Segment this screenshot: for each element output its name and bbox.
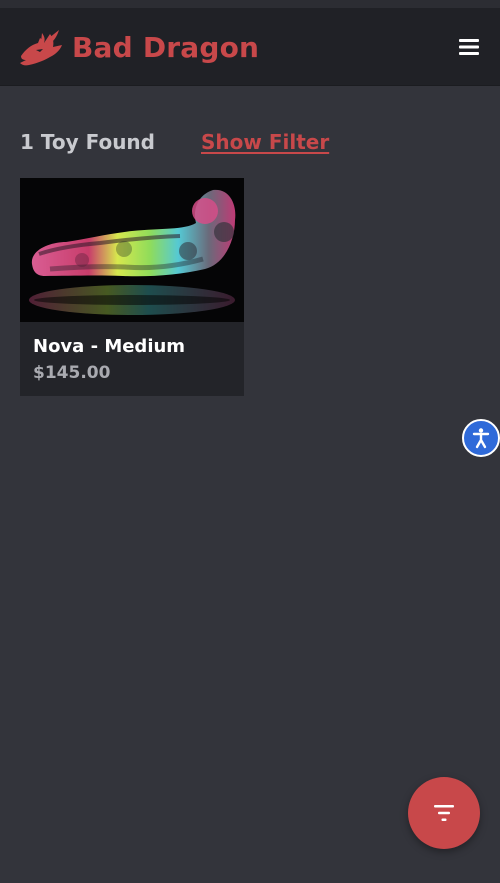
product-card[interactable]: Nova - Medium $145.00: [20, 178, 244, 396]
product-name: Nova - Medium: [33, 336, 186, 357]
brand-name: Bad Dragon: [72, 30, 260, 64]
accessibility-icon: [472, 428, 490, 449]
results-count: 1 Toy Found: [20, 130, 155, 154]
hamburger-menu-icon: [459, 38, 479, 55]
brand-logo-link[interactable]: Bad Dragon: [18, 8, 259, 85]
product-price: $145.00: [33, 363, 111, 383]
results-toolbar: 1 Toy Found Show Filter: [20, 126, 460, 158]
product-info: Nova - Medium $145.00: [20, 322, 244, 384]
filter-icon: [434, 805, 454, 821]
show-filter-link[interactable]: Show Filter: [201, 130, 329, 154]
filter-fab-button[interactable]: [408, 777, 480, 849]
menu-button[interactable]: [450, 28, 488, 66]
dragon-head-icon: [20, 29, 62, 65]
product-image: [20, 178, 244, 322]
accessibility-button[interactable]: [462, 419, 500, 457]
top-status-strip: [0, 0, 500, 8]
site-header: Bad Dragon: [0, 8, 500, 86]
